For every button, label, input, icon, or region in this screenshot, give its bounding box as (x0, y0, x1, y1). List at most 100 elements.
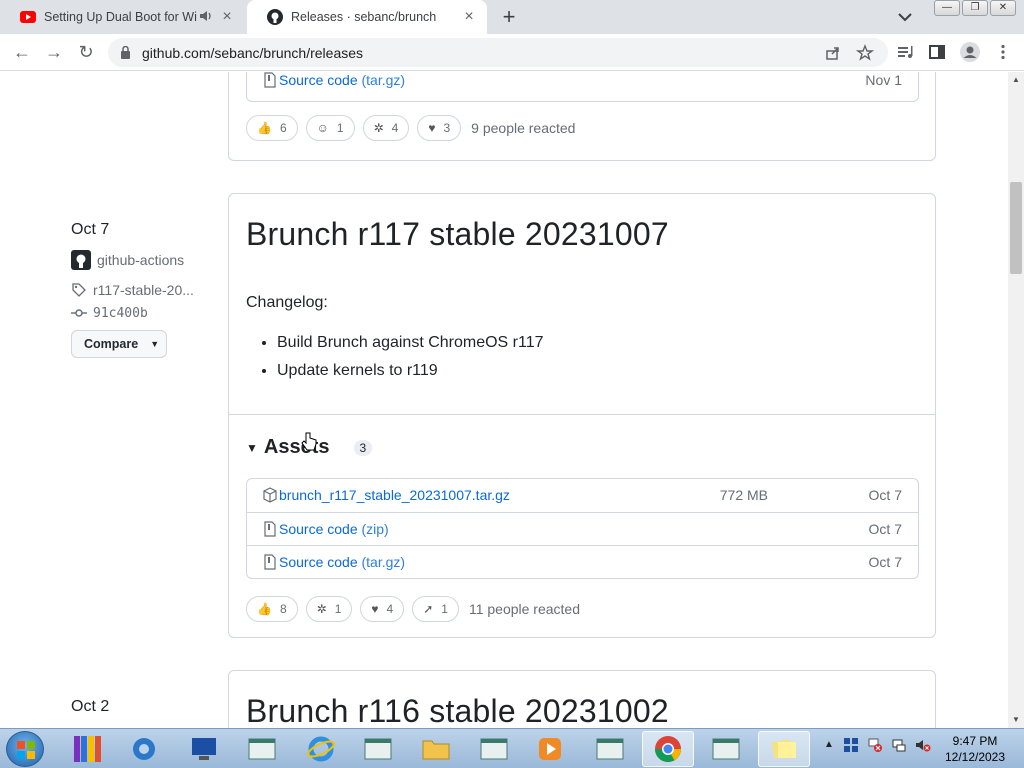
taskbar-media-app[interactable] (524, 731, 576, 767)
windows-taskbar: ▲ 9:47 PM 12/12/2023 (0, 728, 1024, 768)
github-icon (267, 9, 283, 25)
start-button[interactable] (6, 731, 44, 767)
caret-down-icon: ▼ (246, 440, 258, 455)
asset-date: Nov 1 (865, 72, 902, 88)
window-app-icon (712, 738, 740, 760)
bookmark-star-icon[interactable] (856, 44, 874, 62)
asset-size: 772 MB (719, 487, 768, 503)
taskbar-explorer-app[interactable] (410, 731, 462, 767)
side-panel-icon[interactable] (928, 43, 946, 61)
assets-list: brunch_r117_stable_20231007.tar.gz 772 M… (246, 478, 919, 579)
hooray-icon: ✲ (373, 121, 384, 135)
asset-link[interactable]: Source code (tar.gz) (279, 554, 405, 570)
divider (229, 414, 935, 415)
asset-link[interactable]: Source code (zip) (279, 521, 389, 537)
close-window-button[interactable]: ✕ (990, 0, 1016, 16)
changelog-item: Update kernels to r119 (277, 361, 544, 380)
asset-row[interactable]: brunch_r117_stable_20231007.tar.gz 772 M… (247, 479, 918, 512)
media-control-icon[interactable] (896, 43, 914, 61)
speaker-icon[interactable] (199, 9, 213, 23)
system-clock[interactable]: 9:47 PM 12/12/2023 (940, 733, 1010, 765)
asset-link[interactable]: Source code (tar.gz) (279, 72, 405, 88)
tab-youtube[interactable]: Setting Up Dual Boot for Wi × (0, 0, 245, 34)
taskbar-notes-app[interactable] (758, 731, 810, 767)
assets-counter: 3 (353, 439, 373, 456)
taskbar-window-app[interactable] (584, 731, 636, 767)
rocket-icon: ➚ (423, 602, 434, 616)
reaction-hooray[interactable]: ✲ 1 (305, 596, 353, 622)
new-tab-button[interactable]: + (498, 6, 520, 28)
release-author[interactable]: github-actions (71, 250, 184, 270)
show-hidden-icons-icon[interactable]: ▲ (821, 737, 837, 753)
window-app-icon (596, 738, 624, 760)
asset-row[interactable]: Source code (tar.gz) Nov 1 (247, 72, 918, 101)
asset-link[interactable]: brunch_r117_stable_20231007.tar.gz (279, 487, 510, 503)
taskbar-settings-app[interactable] (118, 731, 170, 767)
changelog-item: Build Brunch against ChromeOS r117 (277, 333, 544, 352)
volume-muted-icon[interactable] (915, 737, 931, 753)
taskbar-ie-app[interactable] (295, 731, 347, 767)
scroll-up-icon[interactable]: ▲ (1012, 76, 1020, 84)
reaction-rocket[interactable]: ➚ 1 (412, 596, 459, 622)
asset-row[interactable]: Source code (zip) Oct 7 (247, 512, 918, 545)
asset-row[interactable]: Source code (tar.gz) Oct 7 (247, 545, 918, 578)
vertical-scrollbar[interactable]: ▲ ▼ (1008, 72, 1024, 728)
reaction-heart[interactable]: ♥ 4 (360, 596, 405, 622)
reaction-heart[interactable]: ♥ 3 (417, 115, 462, 141)
back-button[interactable]: ← (12, 42, 32, 62)
menu-kebab-icon[interactable] (994, 43, 1012, 61)
chevron-down-icon[interactable] (896, 10, 914, 24)
scrollbar-thumb[interactable] (1010, 182, 1022, 274)
github-releases-page: Source code (tar.gz) Nov 1 👍 6 ☺ 1 ✲ 4 ♥ 3 9… (0, 72, 1008, 728)
thumbs-up-icon: 👍 (257, 121, 272, 135)
reaction-laugh[interactable]: ☺ 1 (305, 115, 355, 141)
tab-github-releases[interactable]: Releases · sebanc/brunch × (247, 0, 487, 34)
reaction-hooray[interactable]: ✲ 4 (362, 115, 410, 141)
asset-date: Oct 7 (868, 554, 902, 570)
window-app-icon (248, 738, 276, 760)
heart-icon: ♥ (428, 121, 436, 135)
commit-icon (71, 309, 87, 317)
restore-button[interactable]: ❐ (962, 0, 988, 16)
taskbar-window-app[interactable] (352, 731, 404, 767)
release-tag[interactable]: r117-stable-20... (71, 282, 194, 298)
action-center-icon[interactable] (843, 737, 859, 753)
release-title[interactable]: Brunch r117 stable 20231007 (246, 216, 669, 253)
window-app-icon (480, 738, 508, 760)
taskbar-computer-app[interactable] (178, 731, 230, 767)
clock-time: 9:47 PM (952, 734, 998, 748)
gear-icon (133, 738, 155, 760)
asset-date: Oct 7 (868, 521, 902, 537)
flag-warning-icon[interactable] (867, 737, 883, 753)
profile-avatar-icon[interactable] (960, 42, 980, 62)
reload-button[interactable]: ↻ (76, 42, 96, 62)
close-tab-icon[interactable]: × (219, 9, 235, 25)
taskbar-window-app[interactable] (700, 731, 752, 767)
compare-button[interactable]: Compare ▼ (71, 330, 167, 358)
tab-strip: Setting Up Dual Boot for Wi × Releases ·… (0, 0, 1024, 34)
minimize-button[interactable]: — (934, 0, 960, 16)
file-zip-icon (264, 554, 276, 570)
taskbar-library-app[interactable] (62, 731, 114, 767)
address-bar[interactable]: github.com/sebanc/brunch/releases (108, 38, 888, 67)
computer-icon (192, 738, 216, 760)
network-icon[interactable] (891, 737, 907, 753)
share-icon[interactable] (824, 44, 842, 62)
close-tab-icon[interactable]: × (461, 9, 477, 25)
reactions-bar: 👍 6 ☺ 1 ✲ 4 ♥ 3 9 people reacted (246, 115, 575, 141)
reaction-thumbs-up[interactable]: 👍 6 (246, 115, 298, 141)
reactions-summary: 11 people reacted (468, 601, 581, 617)
scroll-down-icon[interactable]: ▼ (1012, 716, 1020, 724)
reaction-thumbs-up[interactable]: 👍 8 (246, 596, 298, 622)
heart-icon: ♥ (371, 602, 379, 616)
lock-icon[interactable] (120, 46, 131, 59)
release-card-next: Brunch r116 stable 20231002 (228, 670, 936, 728)
forward-button[interactable]: → (44, 42, 64, 62)
changelog-list: Build Brunch against ChromeOS r117 Updat… (277, 333, 544, 389)
taskbar-window-app[interactable] (236, 731, 288, 767)
release-commit[interactable]: 91c400b (71, 305, 148, 321)
file-zip-icon (264, 521, 276, 537)
taskbar-window-app[interactable] (468, 731, 520, 767)
taskbar-chrome-app[interactable] (642, 731, 694, 767)
release-title-next[interactable]: Brunch r116 stable 20231002 (246, 693, 669, 728)
